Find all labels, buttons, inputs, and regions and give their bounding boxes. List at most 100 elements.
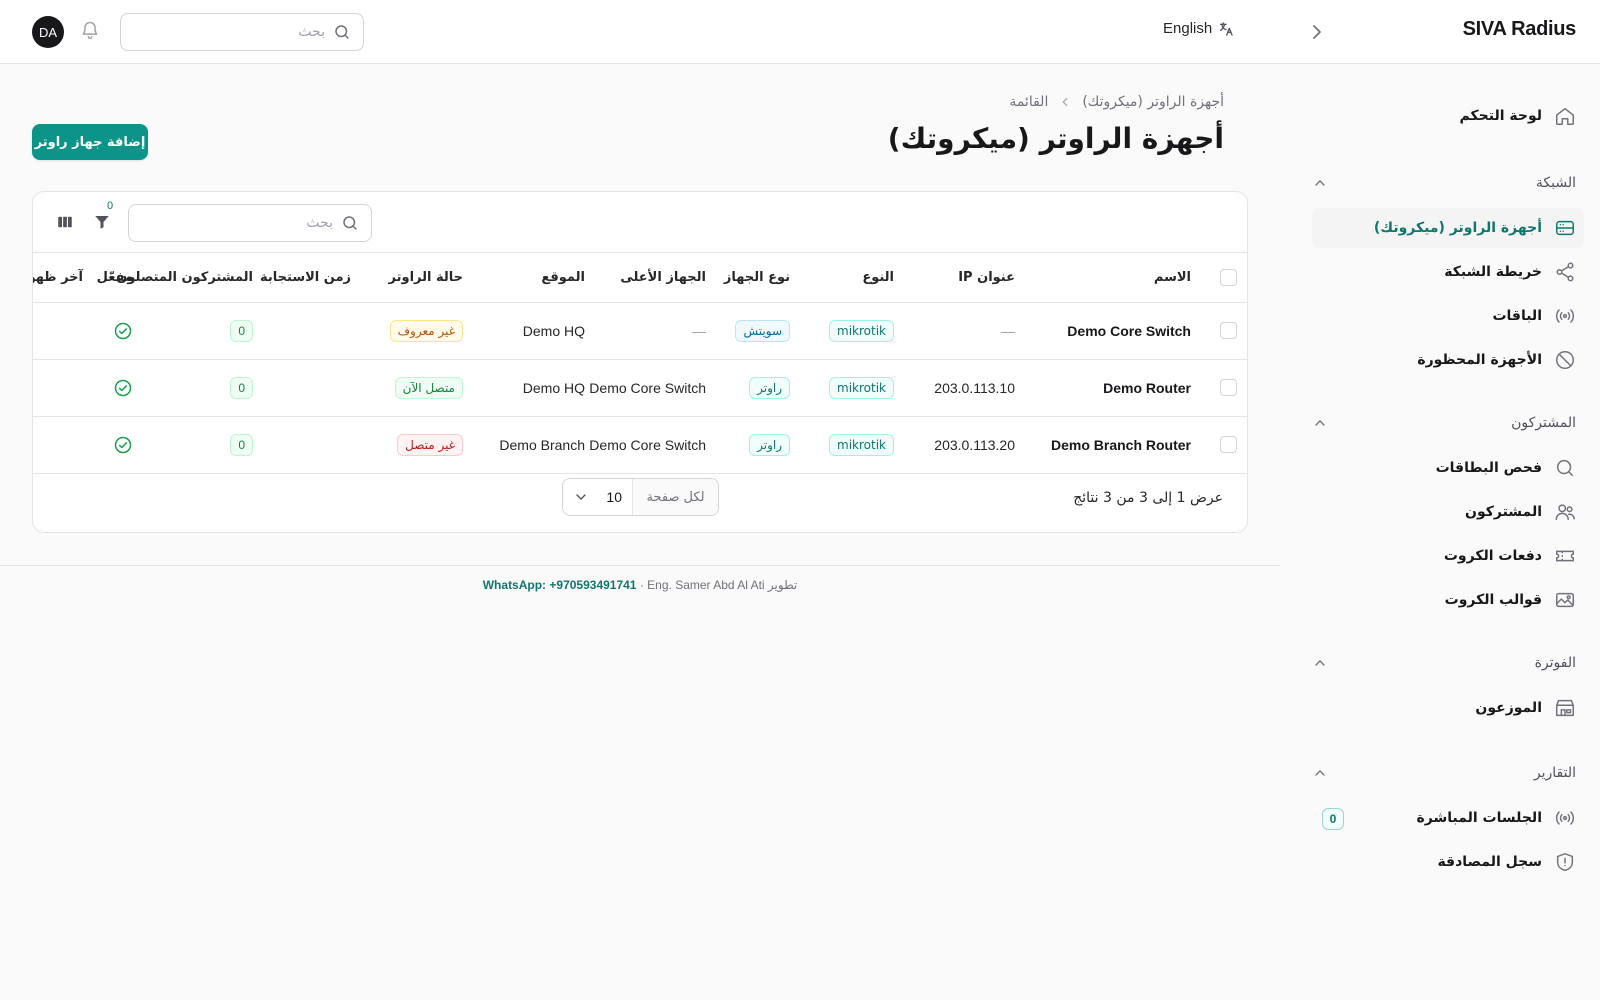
latency (265, 302, 363, 360)
device-type-cell: راوتر (718, 416, 802, 474)
sidebar-item-packages[interactable]: الباقات (1312, 296, 1584, 336)
ban-icon (1556, 351, 1574, 369)
table-row[interactable]: Demo Core Switch — mikrotik سويتش — Demo… (33, 302, 1247, 360)
store-icon (1556, 699, 1574, 717)
global-search-input[interactable] (121, 24, 325, 40)
row-checkbox[interactable] (1220, 436, 1237, 454)
select-all-checkbox[interactable] (1220, 268, 1237, 286)
location: Demo HQ (475, 302, 597, 360)
router-name[interactable]: Demo Branch Router (1027, 416, 1203, 474)
column-header-type[interactable]: النوع (802, 253, 906, 303)
latency (265, 416, 363, 474)
check-circle-icon (114, 322, 132, 339)
breadcrumb-item-routers[interactable]: أجهزة الراوتر (ميكروتك) (1082, 94, 1224, 110)
footer-divider (0, 565, 1280, 566)
column-header-latency[interactable]: زمن الاستجابة (260, 253, 363, 303)
pagination-info: عرض 1 إلى 3 من 3 نتائج (1073, 490, 1223, 506)
device-type-badge: سويتش (735, 319, 790, 342)
sidebar-item-banned-devices[interactable]: الأجهزة المحظورة (1312, 340, 1584, 380)
filter-icon (95, 216, 109, 229)
group-reports-header[interactable]: التقارير (1312, 761, 1576, 785)
group-subscribers-header[interactable]: المشتركون (1312, 411, 1576, 435)
table-toolbar: 0 (33, 192, 1247, 253)
columns-toggle-button[interactable] (56, 213, 74, 231)
column-header-location[interactable]: الموقع (475, 253, 597, 303)
check-circle-icon (114, 379, 132, 396)
column-header-device-type[interactable]: نوع الجهاز (718, 253, 802, 303)
sidebar-item-label: المشتركون (1465, 504, 1542, 520)
select-all-cell (1203, 253, 1247, 303)
sidebar-item-card-check[interactable]: فحص البطاقات (1312, 448, 1584, 488)
group-network-header[interactable]: الشبكة (1312, 171, 1576, 195)
table-search[interactable] (128, 204, 372, 242)
filter-button[interactable] (93, 213, 111, 231)
sidebar-item-live-sessions[interactable]: الجلسات المباشرة 0 (1312, 798, 1584, 838)
column-header-name[interactable]: الاسم (1027, 253, 1203, 303)
parent-device: Demo Core Switch (589, 416, 718, 474)
chevron-up-icon (1315, 660, 1325, 666)
group-label: الشبكة (1535, 175, 1576, 191)
column-header-connected[interactable]: المشتركون المتصلون (116, 253, 265, 303)
router-name[interactable]: Demo Core Switch (1027, 302, 1203, 360)
group-billing-header[interactable]: الفوترة (1312, 651, 1576, 675)
sidebar-item-dashboard[interactable]: لوحة التحكم (1312, 96, 1584, 136)
search-icon (1556, 459, 1574, 477)
sidebar-item-card-templates[interactable]: قوالب الكروت (1312, 580, 1584, 620)
column-header-last-seen[interactable]: آخر ظهور (33, 253, 95, 303)
sidebar-item-subscribers[interactable]: المشتركون (1312, 492, 1584, 532)
sidebar-item-network-map[interactable]: خريطة الشبكة (1312, 252, 1584, 292)
status-badge: غير معروف (389, 319, 463, 342)
location: Demo Branch (475, 416, 597, 474)
router-name[interactable]: Demo Router (1027, 359, 1203, 417)
enabled-cell (95, 302, 145, 360)
sidebar-item-label: فحص البطاقات (1435, 460, 1542, 476)
sidebar-item-label: الموزعون (1475, 700, 1542, 716)
row-select-cell (1203, 416, 1247, 474)
column-header-ip[interactable]: عنوان IP (906, 253, 1027, 303)
sidebar-item-routers[interactable]: أجهزة الراوتر (ميكروتك) (1312, 208, 1584, 248)
share-icon (1556, 262, 1574, 282)
column-header-parent[interactable]: الجهاز الأعلى (597, 253, 718, 303)
whatsapp-link[interactable]: WhatsApp: +970593491741 (483, 578, 637, 592)
sidebar-item-distributors[interactable]: الموزعون (1312, 688, 1584, 728)
language-switch-button[interactable]: English (1163, 20, 1234, 37)
ticket-icon (1556, 550, 1574, 562)
brand-title: SIVA Radius (1462, 18, 1577, 40)
router-type-badge: mikrotik (829, 376, 894, 399)
filter-count-badge: 0 (107, 200, 114, 212)
row-checkbox[interactable] (1220, 322, 1237, 340)
collapse-sidebar-button[interactable] (1305, 20, 1329, 44)
users-icon (1555, 504, 1575, 521)
broadcast-icon (1555, 309, 1575, 323)
broadcast-icon (1555, 811, 1575, 825)
row-checkbox[interactable] (1220, 379, 1237, 397)
column-header-status[interactable]: حالة الراوتر (363, 253, 475, 303)
enabled-cell (95, 359, 145, 417)
user-avatar[interactable]: DA (32, 16, 64, 48)
table-row[interactable]: Demo Branch Router 203.0.113.20 mikrotik… (33, 416, 1247, 474)
per-page-control[interactable]: لكل صفحة 10 (562, 478, 719, 516)
group-label: الفوترة (1534, 655, 1576, 671)
sidebar-item-label: قوالب الكروت (1444, 592, 1542, 608)
sidebar-item-label: أجهزة الراوتر (ميكروتك) (1373, 220, 1542, 236)
parent-device: — (597, 302, 718, 360)
global-search[interactable] (120, 13, 364, 51)
per-page-select[interactable]: 10 (563, 479, 632, 515)
sidebar-item-card-batches[interactable]: دفعات الكروت (1312, 536, 1584, 576)
bell-icon (82, 21, 98, 40)
last-seen (33, 359, 95, 417)
location: Demo HQ (475, 359, 597, 417)
connected-cell: 0 (145, 416, 265, 474)
status-cell: غير متصل (363, 416, 475, 474)
chevron-down-icon (576, 494, 586, 500)
add-router-button[interactable]: إضافة جهاز راوتر (32, 124, 148, 160)
table-row[interactable]: Demo Router 203.0.113.10 mikrotik راوتر … (33, 359, 1247, 417)
routers-table-card: 0 الاسم عنوان IP النوع نوع الجهاز الجهاز… (32, 191, 1248, 533)
router-type-badge: mikrotik (829, 319, 894, 342)
parent-device: Demo Core Switch (589, 359, 718, 417)
sidebar-item-auth-log[interactable]: سجل المصادقة (1312, 842, 1584, 882)
notifications-button[interactable] (80, 20, 100, 40)
table-search-input[interactable] (129, 215, 333, 231)
search-icon (335, 25, 349, 39)
last-seen (33, 302, 95, 360)
